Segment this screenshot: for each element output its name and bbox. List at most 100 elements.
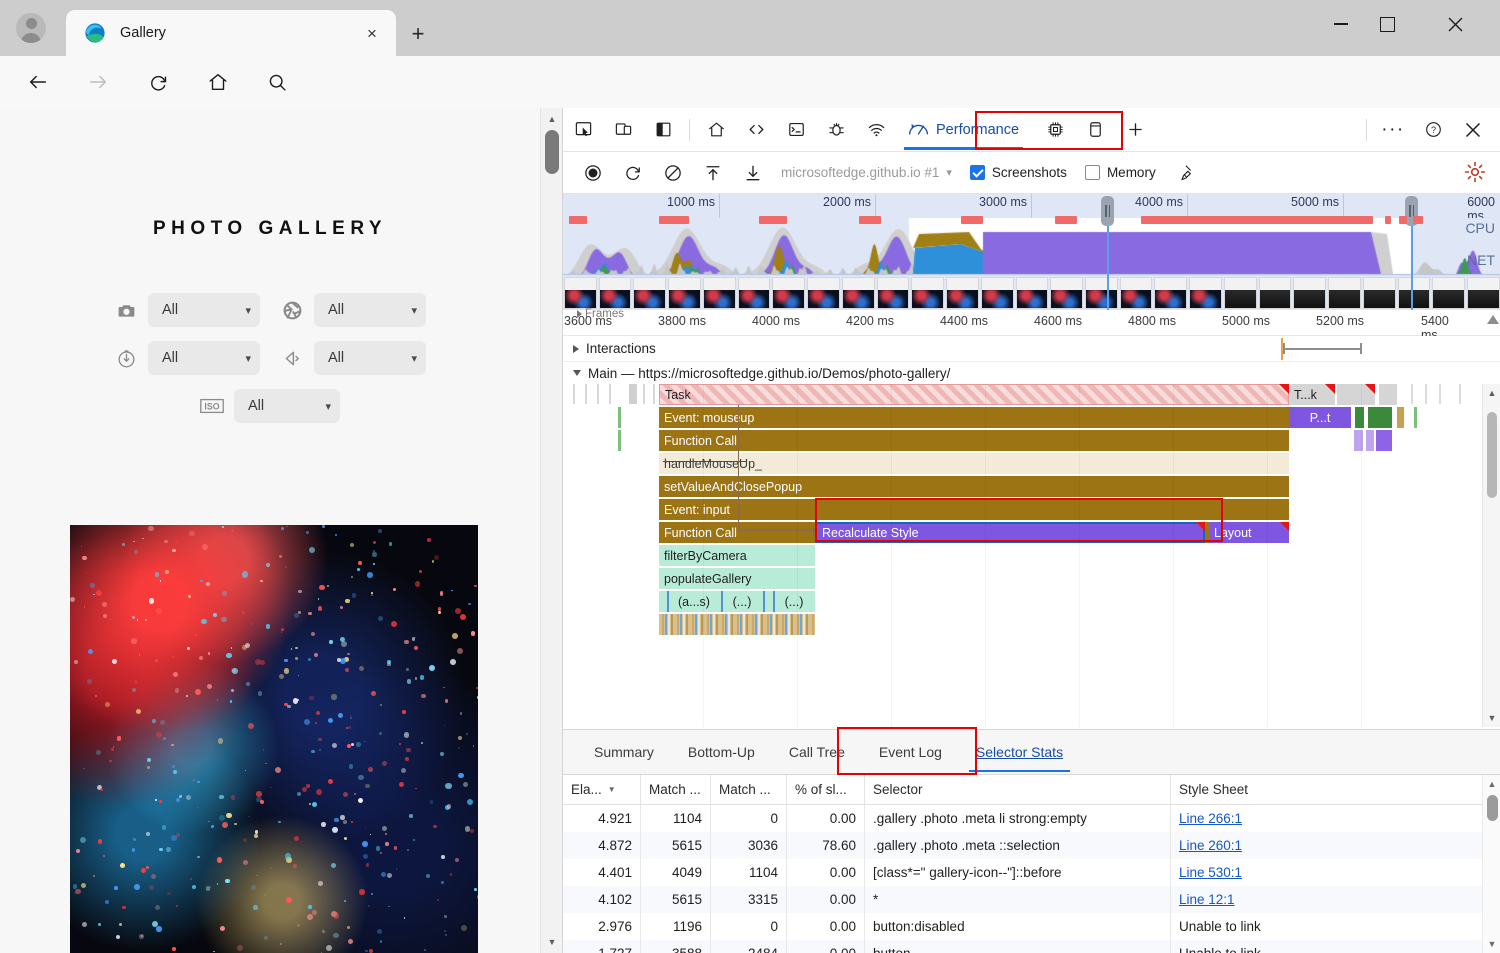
scroll-up-arrow-icon[interactable] xyxy=(1487,315,1499,324)
device-toolbar-icon[interactable] xyxy=(603,114,643,146)
flame-bar-handlemouseup[interactable]: handleMouseUp_ xyxy=(659,453,1289,474)
clear-button[interactable] xyxy=(655,158,691,188)
gallery-photo[interactable] xyxy=(70,525,478,953)
debugger-icon[interactable] xyxy=(816,114,856,146)
filmstrip-thumbnail[interactable] xyxy=(772,277,805,309)
scroll-down-icon[interactable]: ▼ xyxy=(1483,709,1500,727)
overview-selection-left-line[interactable] xyxy=(1107,220,1109,310)
filmstrip-thumbnail[interactable] xyxy=(1085,277,1118,309)
panel-layout-icon[interactable] xyxy=(643,114,683,146)
devtools-more-button[interactable]: ··· xyxy=(1373,114,1413,146)
tab-performance[interactable]: Performance xyxy=(898,110,1029,150)
filmstrip-thumbnail[interactable] xyxy=(633,277,666,309)
overview-filmstrip[interactable] xyxy=(563,276,1500,310)
settings-gear-icon[interactable] xyxy=(1463,160,1489,186)
flame-bar-paint[interactable]: P...t xyxy=(1289,407,1351,428)
reload-and-record-button[interactable] xyxy=(615,158,651,188)
filmstrip-thumbnail[interactable] xyxy=(1259,277,1292,309)
filmstrip-thumbnail[interactable] xyxy=(911,277,944,309)
flame-bar-task[interactable]: Task xyxy=(659,384,1289,405)
filmstrip-thumbnail[interactable] xyxy=(668,277,701,309)
table-scrollbar[interactable]: ▲ ▼ xyxy=(1482,775,1500,953)
flame-bar-filterbycamera[interactable]: filterByCamera xyxy=(659,545,815,566)
filmstrip-thumbnail[interactable] xyxy=(738,277,771,309)
column-header[interactable]: Selector xyxy=(865,775,1171,804)
flame-bar-recalculate-style[interactable]: Recalculate Style xyxy=(815,522,1205,543)
flash-select[interactable]: All ▾ xyxy=(314,341,426,375)
stylesheet-link[interactable]: Line 12:1 xyxy=(1179,892,1235,907)
more-panels-icon[interactable] xyxy=(1115,114,1155,146)
console-icon[interactable] xyxy=(776,114,816,146)
column-header[interactable]: Ela...▼ xyxy=(563,775,641,804)
flame-bar-setvalueandclosepopup[interactable]: setValueAndClosePopup xyxy=(659,476,1289,497)
browser-tab[interactable]: Gallery × xyxy=(66,10,396,56)
filmstrip-thumbnail[interactable] xyxy=(1398,277,1431,309)
filmstrip-thumbnail[interactable] xyxy=(1328,277,1361,309)
scroll-up-icon[interactable]: ▲ xyxy=(1483,384,1500,402)
frames-track-label[interactable]: Frames xyxy=(577,308,624,320)
aperture-select[interactable]: All ▾ xyxy=(314,293,426,327)
filmstrip-thumbnail[interactable] xyxy=(842,277,875,309)
column-header[interactable]: Match ... xyxy=(711,775,787,804)
record-button[interactable] xyxy=(575,158,611,188)
camera-select[interactable]: All ▾ xyxy=(148,293,260,327)
stylesheet-link[interactable]: Line 260:1 xyxy=(1179,838,1242,853)
flame-chart[interactable]: Task T...k Event: mouseup P...t xyxy=(563,384,1483,727)
timeline-overview[interactable]: 1000 ms 2000 ms 3000 ms 4000 ms 5000 ms … xyxy=(563,194,1500,310)
tab-selector-stats[interactable]: Selector Stats xyxy=(959,729,1080,775)
scroll-up-icon[interactable]: ▲ xyxy=(541,108,563,130)
reload-button[interactable] xyxy=(138,62,178,102)
filmstrip-thumbnail[interactable] xyxy=(1050,277,1083,309)
filmstrip-thumbnail[interactable] xyxy=(877,277,910,309)
flame-bar-event-input[interactable]: Event: input xyxy=(659,499,1289,520)
scrollbar-thumb[interactable] xyxy=(1487,795,1498,821)
window-close-button[interactable] xyxy=(1432,0,1478,48)
main-track-header[interactable]: Main — https://microsoftedge.github.io/D… xyxy=(563,362,1500,384)
table-row[interactable]: 2.976119600.00button:disabledUnable to l… xyxy=(563,913,1483,940)
save-profile-button[interactable] xyxy=(735,158,771,188)
table-row[interactable]: 4.102561533150.00*Line 12:1 xyxy=(563,886,1483,913)
collapse-icon[interactable] xyxy=(573,370,581,376)
iso-select[interactable]: All ▾ xyxy=(234,389,340,423)
filmstrip-thumbnail[interactable] xyxy=(1432,277,1465,309)
selector-stats-table[interactable]: Ela...▼Match ...Match ...% of sl...Selec… xyxy=(563,775,1483,953)
shutter-speed-select[interactable]: All ▾ xyxy=(148,341,260,375)
filmstrip-thumbnail[interactable] xyxy=(564,277,597,309)
elements-icon[interactable] xyxy=(736,114,776,146)
flame-chart-scrollbar[interactable]: ▲ ▼ xyxy=(1482,384,1500,727)
flame-bar-layout[interactable]: Layout xyxy=(1209,522,1289,543)
devtools-help-button[interactable]: ? xyxy=(1413,114,1453,146)
inspect-icon[interactable] xyxy=(563,114,603,146)
filmstrip-thumbnail[interactable] xyxy=(1016,277,1049,309)
screenshots-checkbox-group[interactable]: Screenshots xyxy=(970,165,1067,180)
tab-bottom-up[interactable]: Bottom-Up xyxy=(671,729,772,775)
load-profile-button[interactable] xyxy=(695,158,731,188)
filmstrip-thumbnail[interactable] xyxy=(1363,277,1396,309)
search-button[interactable] xyxy=(257,62,297,102)
overview-selection-left-handle[interactable] xyxy=(1101,196,1114,226)
collect-garbage-button[interactable] xyxy=(1170,158,1206,188)
scroll-down-icon[interactable]: ▼ xyxy=(1483,935,1500,953)
tab-call-tree[interactable]: Call Tree xyxy=(772,729,862,775)
recording-target-label[interactable]: microsoftedge.github.io #1 xyxy=(781,165,939,180)
filmstrip-thumbnail[interactable] xyxy=(807,277,840,309)
profile-button[interactable] xyxy=(8,6,54,50)
page-scrollbar[interactable]: ▲ ▼ xyxy=(540,108,562,953)
column-header[interactable]: Match ... xyxy=(641,775,711,804)
filmstrip-thumbnail[interactable] xyxy=(981,277,1014,309)
scroll-down-icon[interactable]: ▼ xyxy=(541,931,563,953)
filmstrip-thumbnail[interactable] xyxy=(1224,277,1257,309)
table-row[interactable]: 4.8725615303678.60.gallery .photo .meta … xyxy=(563,832,1483,859)
window-maximize-button[interactable] xyxy=(1364,0,1410,48)
flame-bar-populategallery[interactable]: populateGallery xyxy=(659,568,815,589)
application-icon[interactable] xyxy=(1075,114,1115,146)
stylesheet-link[interactable]: Line 266:1 xyxy=(1179,811,1242,826)
close-tab-icon[interactable]: × xyxy=(358,19,386,47)
tab-event-log[interactable]: Event Log xyxy=(862,729,959,775)
scrollbar-thumb[interactable] xyxy=(545,130,559,174)
expand-icon[interactable] xyxy=(573,345,579,353)
flame-bar-function-call[interactable]: Function Call xyxy=(659,430,1289,451)
stylesheet-link[interactable]: Line 530:1 xyxy=(1179,865,1242,880)
filmstrip-thumbnail[interactable] xyxy=(1467,277,1500,309)
home-icon[interactable] xyxy=(696,114,736,146)
